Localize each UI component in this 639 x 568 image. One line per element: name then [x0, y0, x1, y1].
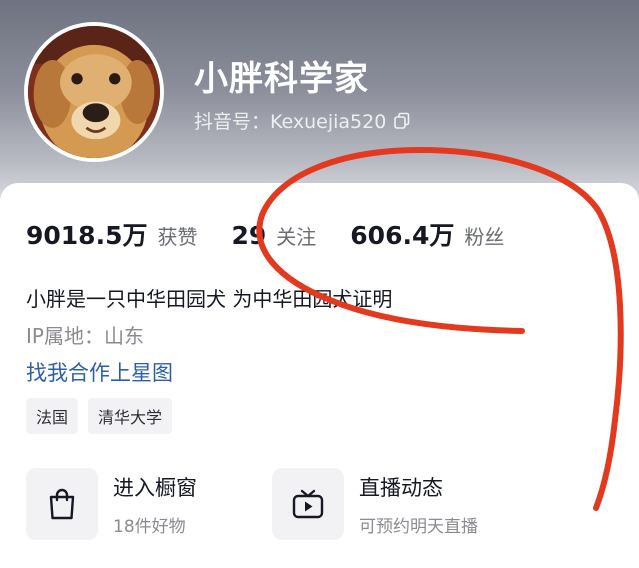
live-title: 直播动态	[359, 475, 443, 500]
live-icon-box	[272, 468, 344, 540]
ip-location: IP属地：山东	[26, 324, 144, 348]
stat-likes[interactable]: 9018.5万 获赞	[26, 216, 197, 252]
tag-item[interactable]: 清华大学	[88, 398, 173, 434]
douyin-id: 抖音号：Kexuejia520	[194, 111, 387, 133]
live-subtitle: 可预约明天直播	[359, 516, 478, 537]
shopping-bag-icon	[49, 488, 75, 520]
bio-text: 小胖是一只中华田园犬 为中华田园犬证明	[26, 287, 393, 311]
copy-icon[interactable]	[393, 112, 411, 130]
golden-puppy-avatar	[28, 26, 160, 158]
followers-label: 粉丝	[464, 225, 505, 249]
tag-list: 法国 清华大学	[26, 398, 182, 434]
stats-row: 9018.5万 获赞 29 关注 606.4万 粉丝	[26, 216, 538, 252]
nickname: 小胖科学家	[194, 59, 369, 99]
douyin-id-row[interactable]: 抖音号：Kexuejia520	[194, 107, 411, 134]
tag-item[interactable]: 法国	[26, 398, 79, 434]
tv-play-icon	[292, 489, 324, 519]
avatar[interactable]	[24, 22, 164, 162]
stat-followers[interactable]: 606.4万 粉丝	[350, 216, 504, 252]
showcase-title: 进入橱窗	[113, 475, 197, 500]
star-map-link[interactable]: 找我合作上星图	[26, 357, 173, 387]
showcase-icon-box	[26, 468, 98, 540]
likes-count: 9018.5万	[26, 221, 148, 250]
showcase-entry[interactable]: 进入橱窗 18件好物	[26, 468, 197, 540]
showcase-subtitle: 18件好物	[113, 516, 186, 537]
followers-count: 606.4万	[350, 221, 455, 250]
following-label: 关注	[276, 225, 317, 249]
following-count: 29	[231, 221, 267, 250]
likes-label: 获赞	[157, 225, 198, 249]
live-entry[interactable]: 直播动态 可预约明天直播	[272, 468, 478, 540]
stat-following[interactable]: 29 关注	[231, 221, 316, 250]
